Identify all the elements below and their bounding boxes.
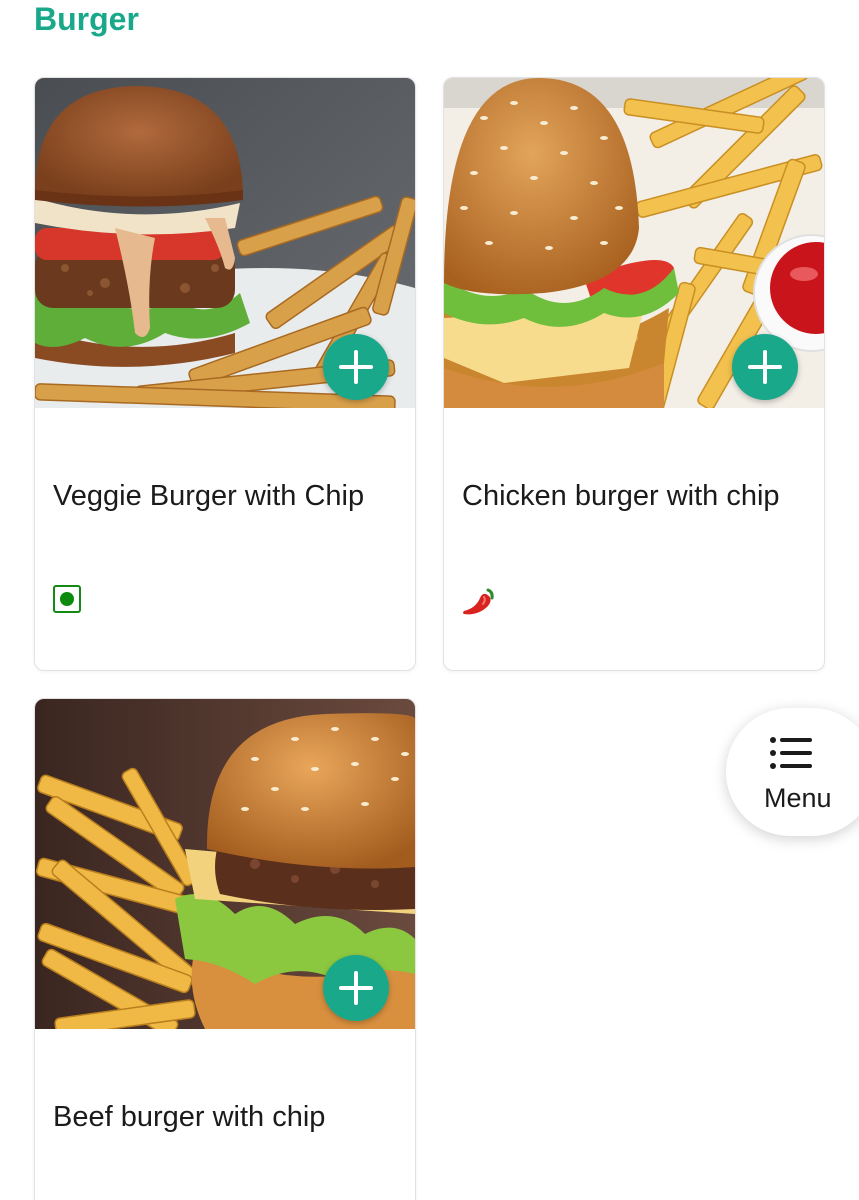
plus-icon: [339, 350, 373, 384]
item-photo: [35, 78, 415, 408]
section-title: Burger: [34, 1, 139, 37]
plus-icon: [748, 350, 782, 384]
veg-icon: [53, 585, 81, 613]
menu-item-card[interactable]: Beef burger with chip: [34, 698, 416, 1200]
menu-label: Menu: [764, 783, 832, 813]
menu-item-card[interactable]: Veggie Burger with Chip: [34, 77, 416, 671]
add-to-cart-button[interactable]: [732, 334, 798, 400]
menu-button[interactable]: Menu: [726, 708, 859, 836]
menu-item-card[interactable]: Chicken burger with chip: [443, 77, 825, 671]
add-to-cart-button[interactable]: [323, 955, 389, 1021]
item-photo: [444, 78, 824, 408]
chili-pepper-icon: [463, 588, 494, 615]
list-icon: [770, 737, 812, 769]
item-name: Chicken burger with chip: [462, 480, 780, 512]
plus-icon: [339, 971, 373, 1005]
item-photo: [35, 699, 415, 1029]
item-name: Veggie Burger with Chip: [53, 480, 365, 512]
item-name: Beef burger with chip: [53, 1101, 326, 1133]
menu-page: Burger Veggie Burger with Chip Chicken b…: [0, 0, 859, 1200]
add-to-cart-button[interactable]: [323, 334, 389, 400]
